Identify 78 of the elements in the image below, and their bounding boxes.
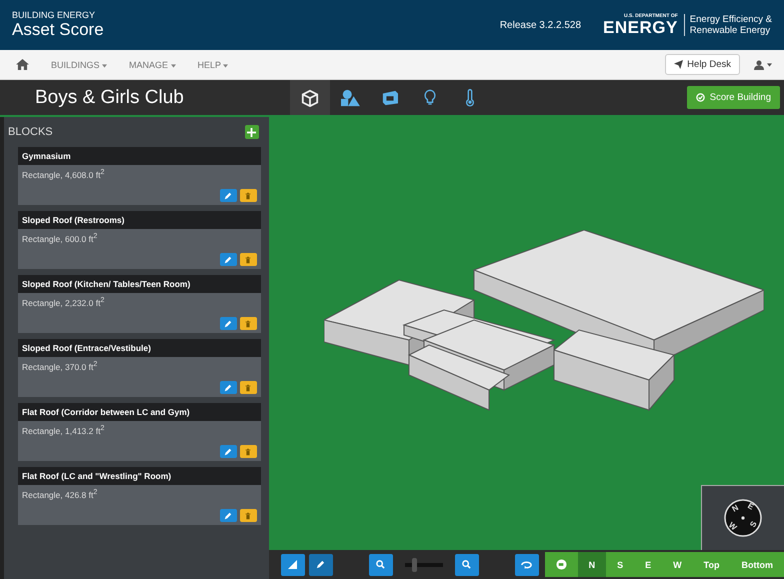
caret-icon: [102, 64, 108, 68]
trash-icon: [244, 320, 252, 328]
nav-menu[interactable]: HELP: [198, 60, 228, 70]
edit-block-button[interactable]: [220, 381, 237, 394]
block-name: Sloped Roof (Kitchen/ Tables/Teen Room): [18, 275, 261, 293]
pencil-icon: [224, 256, 232, 264]
pencil-icon: [224, 384, 232, 392]
delete-block-button[interactable]: [240, 445, 257, 458]
edit-block-button[interactable]: [220, 253, 237, 266]
light-bulb-icon: [424, 88, 436, 106]
panel-icon: [381, 90, 399, 106]
send-icon: [674, 60, 684, 69]
caret-icon: [170, 64, 176, 68]
shapes-icon: [340, 88, 360, 106]
release-label: Release 3.2.2.528: [500, 20, 581, 30]
caret-icon: [223, 64, 228, 68]
pencil-icon: [224, 192, 232, 200]
add-block-button[interactable]: [244, 125, 259, 139]
block-dimensions: Rectangle, 600.0 ft$^{2}$: [22, 232, 98, 244]
edit-block-button[interactable]: [220, 189, 237, 202]
trash-icon: [244, 256, 252, 264]
block-dimensions: Rectangle, 426.8 ft$^{2}$: [22, 488, 98, 500]
triangle-icon: [288, 560, 298, 569]
thermometer-icon: [465, 88, 475, 106]
pencil-icon: [224, 320, 232, 328]
office-name: Energy Efficiency &: [690, 14, 772, 25]
trash-icon: [244, 384, 252, 392]
camera-icon: [556, 559, 567, 570]
trash-icon: [244, 192, 252, 200]
block-dimensions: Rectangle, 1,413.2 ft$^{2}$: [22, 424, 106, 436]
pencil-icon: [224, 512, 232, 520]
cube-icon: [301, 88, 319, 106]
home-icon[interactable]: [16, 59, 29, 70]
delete-block-button[interactable]: [240, 509, 257, 522]
brand-subtitle: BUILDING ENERGY: [12, 10, 96, 20]
edit-block-button[interactable]: [220, 317, 237, 330]
zoom-out-button[interactable]: [454, 554, 479, 576]
compass-icon[interactable]: N E S W: [723, 498, 763, 538]
help-desk-button[interactable]: Help Desk: [665, 54, 740, 75]
plus-icon: [247, 128, 256, 136]
block-name: Sloped Roof (Entrace/Vestibule): [18, 339, 261, 357]
magnifier-icon: [376, 560, 386, 569]
office-name: Renewable Energy: [690, 25, 772, 36]
magnifier-icon: [462, 560, 472, 569]
building-title: Boys & Girls Club: [34, 86, 185, 108]
block-name: Flat Roof (LC and "Wrestling" Room): [18, 467, 261, 485]
nav-menu[interactable]: BUILDINGS: [51, 60, 108, 70]
block-dimensions: Rectangle, 370.0 ft$^{2}$: [22, 360, 98, 372]
blocks-heading: BLOCKS: [8, 126, 53, 138]
rotate-button[interactable]: [514, 554, 539, 576]
edit-block-button[interactable]: [220, 445, 237, 458]
check-circle-icon: [696, 93, 705, 102]
delete-block-button[interactable]: [240, 253, 257, 266]
trash-icon: [244, 448, 252, 456]
block-name: Flat Roof (Corridor between LC and Gym): [18, 403, 261, 421]
doe-title: ENERGY: [603, 19, 678, 36]
ruler-button[interactable]: [280, 554, 305, 576]
delete-block-button[interactable]: [240, 189, 257, 202]
zoom-in-button[interactable]: [368, 554, 393, 576]
delete-block-button[interactable]: [240, 381, 257, 394]
delete-block-button[interactable]: [240, 317, 257, 330]
cube-tab[interactable]: [290, 80, 330, 115]
rotate-icon: [521, 560, 532, 568]
nav-menu[interactable]: MANAGE: [129, 60, 176, 70]
block-dimensions: Rectangle, 4,608.0 ft$^{2}$: [22, 168, 106, 180]
user-icon: [754, 60, 764, 70]
pencil-icon: [224, 448, 232, 456]
block-dimensions: Rectangle, 2,232.0 ft$^{2}$: [22, 296, 106, 308]
edit-block-button[interactable]: [220, 509, 237, 522]
caret-icon: [767, 62, 772, 66]
view-direction-button[interactable]: N: [578, 552, 606, 577]
block-name: Sloped Roof (Restrooms): [18, 211, 261, 229]
trash-icon: [244, 512, 252, 520]
pencil-icon: [316, 560, 326, 569]
brand-title: Asset Score: [12, 20, 104, 40]
score-building-button[interactable]: Score Building: [686, 86, 780, 109]
block-name: Gymnasium: [18, 147, 261, 165]
pencil-button[interactable]: [308, 554, 333, 576]
